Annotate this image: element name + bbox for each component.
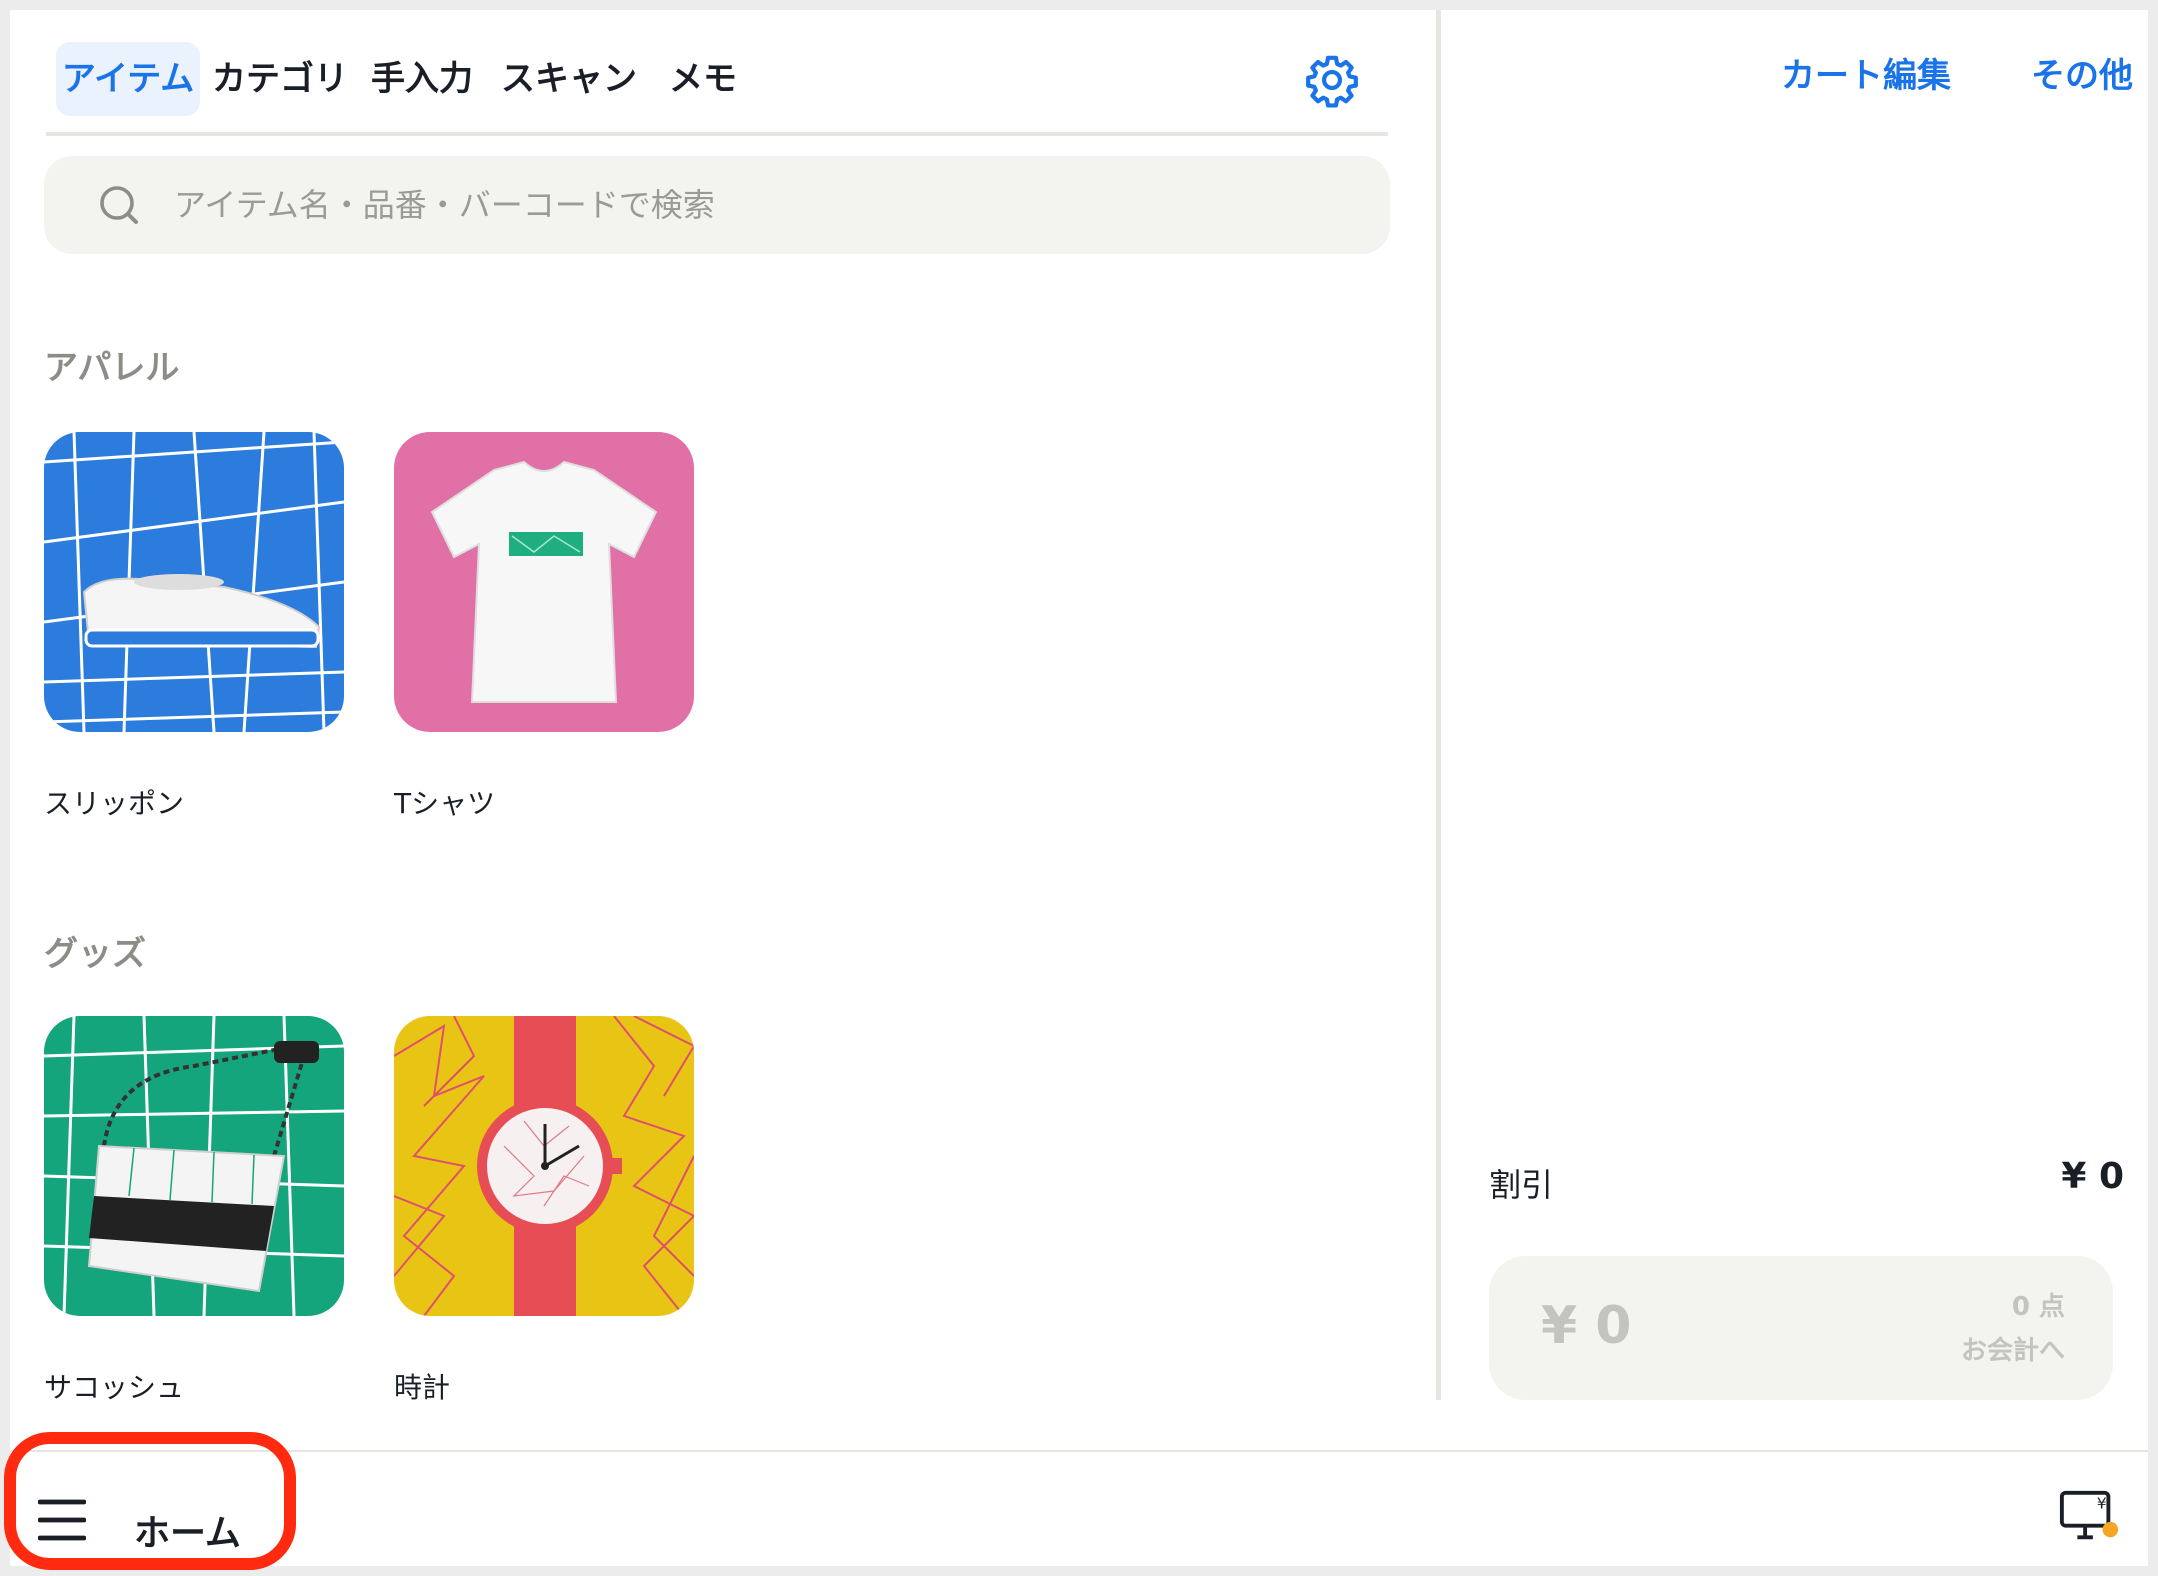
item-tile-watch[interactable]: 時計: [394, 1016, 694, 1404]
cart-panel: カート編集 その他 割引 ¥ 0 ¥ 0 0 点 お会計へ: [1441, 10, 2148, 1450]
tshirt-thumbnail: [394, 432, 694, 732]
item-tile-sacoche[interactable]: サコッシュ: [44, 1016, 344, 1404]
item-label: 時計: [394, 1371, 451, 1404]
tab-categories[interactable]: カテゴリ: [210, 42, 350, 116]
more-button[interactable]: その他: [2031, 48, 2133, 97]
item-panel: アイテム カテゴリ 手入力 スキャン メモ アパレル: [10, 10, 1436, 1450]
tab-manual-entry[interactable]: 手入力: [366, 42, 478, 116]
discount-label: 割引: [1489, 1166, 1554, 1204]
search-input[interactable]: [174, 174, 1354, 236]
bottom-bar: ホーム ¥: [10, 1450, 2148, 1566]
slipon-thumbnail: [44, 432, 344, 732]
item-label: スリッポン: [44, 787, 185, 820]
checkout-total: ¥ 0: [1541, 1296, 1632, 1356]
watch-thumbnail: [394, 1016, 694, 1316]
app-frame: アイテム カテゴリ 手入力 スキャン メモ アパレル: [10, 10, 2148, 1566]
home-menu-button[interactable]: ホーム: [38, 1478, 278, 1554]
gear-icon[interactable]: [1304, 52, 1360, 108]
section-title-apparel: アパレル: [44, 348, 180, 388]
checkout-button[interactable]: ¥ 0 0 点 お会計へ: [1489, 1256, 2113, 1400]
discount-value: ¥ 0: [2061, 1156, 2124, 1197]
tab-items[interactable]: アイテム: [56, 42, 200, 116]
tab-bar: アイテム カテゴリ 手入力 スキャン メモ: [46, 32, 1388, 136]
search-icon: [100, 186, 138, 224]
svg-text:¥: ¥: [2097, 1494, 2107, 1512]
cart-edit-button[interactable]: カート編集: [1781, 48, 1951, 97]
item-label: Tシャツ: [394, 787, 496, 820]
section-title-goods: グッズ: [44, 934, 146, 974]
tab-scan[interactable]: スキャン: [496, 42, 642, 116]
register-display-icon[interactable]: ¥: [2058, 1488, 2120, 1544]
tab-memo[interactable]: メモ: [658, 42, 748, 116]
home-label: ホーム: [134, 1513, 241, 1554]
hamburger-menu-icon: [38, 1499, 86, 1541]
item-tile-slipon[interactable]: スリッポン: [44, 432, 344, 820]
checkout-item-count: 0 点: [2011, 1292, 2065, 1322]
item-tile-tshirt[interactable]: Tシャツ: [394, 432, 694, 820]
search-bar[interactable]: [44, 156, 1390, 254]
item-label: サコッシュ: [44, 1371, 185, 1404]
checkout-label: お会計へ: [1960, 1336, 2065, 1366]
sacoche-thumbnail: [44, 1016, 344, 1316]
